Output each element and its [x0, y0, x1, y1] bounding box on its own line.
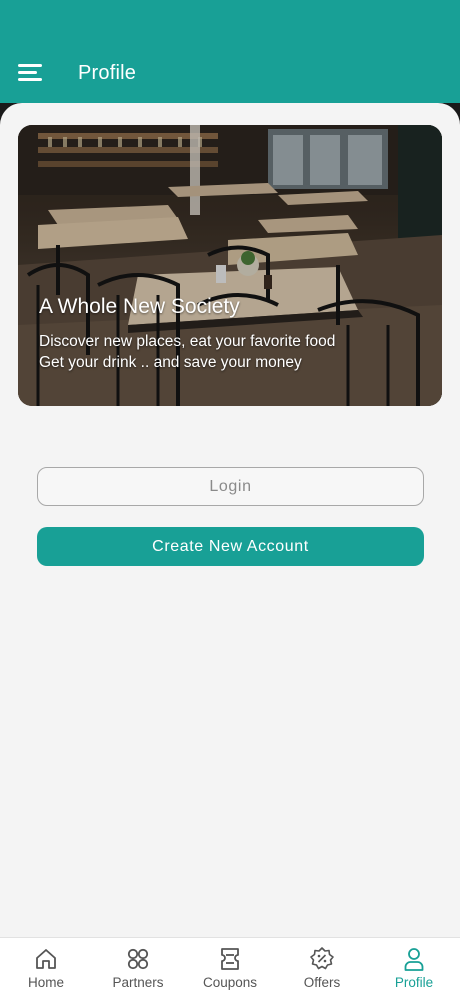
discount-badge-icon	[310, 947, 334, 970]
hero-subtitle-line-2: Get your drink .. and save your money	[39, 354, 302, 371]
page-title: Profile	[78, 62, 137, 84]
grid-icon	[127, 948, 149, 970]
nav-label-home: Home	[27, 975, 64, 990]
nav-label-offers: Offers	[303, 975, 341, 990]
hamburger-menu-icon[interactable]	[18, 64, 42, 82]
create-account-button[interactable]: Create New Account	[37, 527, 424, 566]
nav-label-partners: Partners	[112, 975, 164, 990]
hero-banner: A Whole New Society Discover new places,…	[18, 125, 442, 406]
hero-subtitle-line-1: Discover new places, eat your favorite f…	[39, 333, 336, 350]
nav-label-profile: Profile	[394, 975, 434, 990]
main-content: A Whole New Society Discover new places,…	[0, 103, 460, 937]
bottom-navigation: Home Partners Coupons Offers Profile	[0, 937, 460, 997]
nav-item-partners[interactable]: Partners	[92, 938, 184, 997]
user-icon	[404, 948, 424, 971]
nav-item-profile[interactable]: Profile	[368, 938, 460, 997]
home-icon	[36, 949, 56, 969]
nav-label-coupons: Coupons	[202, 975, 258, 990]
ticket-icon	[221, 948, 239, 970]
hero-title: A Whole New Society	[39, 295, 240, 318]
nav-item-home[interactable]: Home	[0, 938, 92, 997]
nav-item-offers[interactable]: Offers	[276, 938, 368, 997]
login-button[interactable]: Login	[37, 467, 424, 506]
nav-item-coupons[interactable]: Coupons	[184, 938, 276, 997]
app-header: Profile	[0, 0, 460, 103]
